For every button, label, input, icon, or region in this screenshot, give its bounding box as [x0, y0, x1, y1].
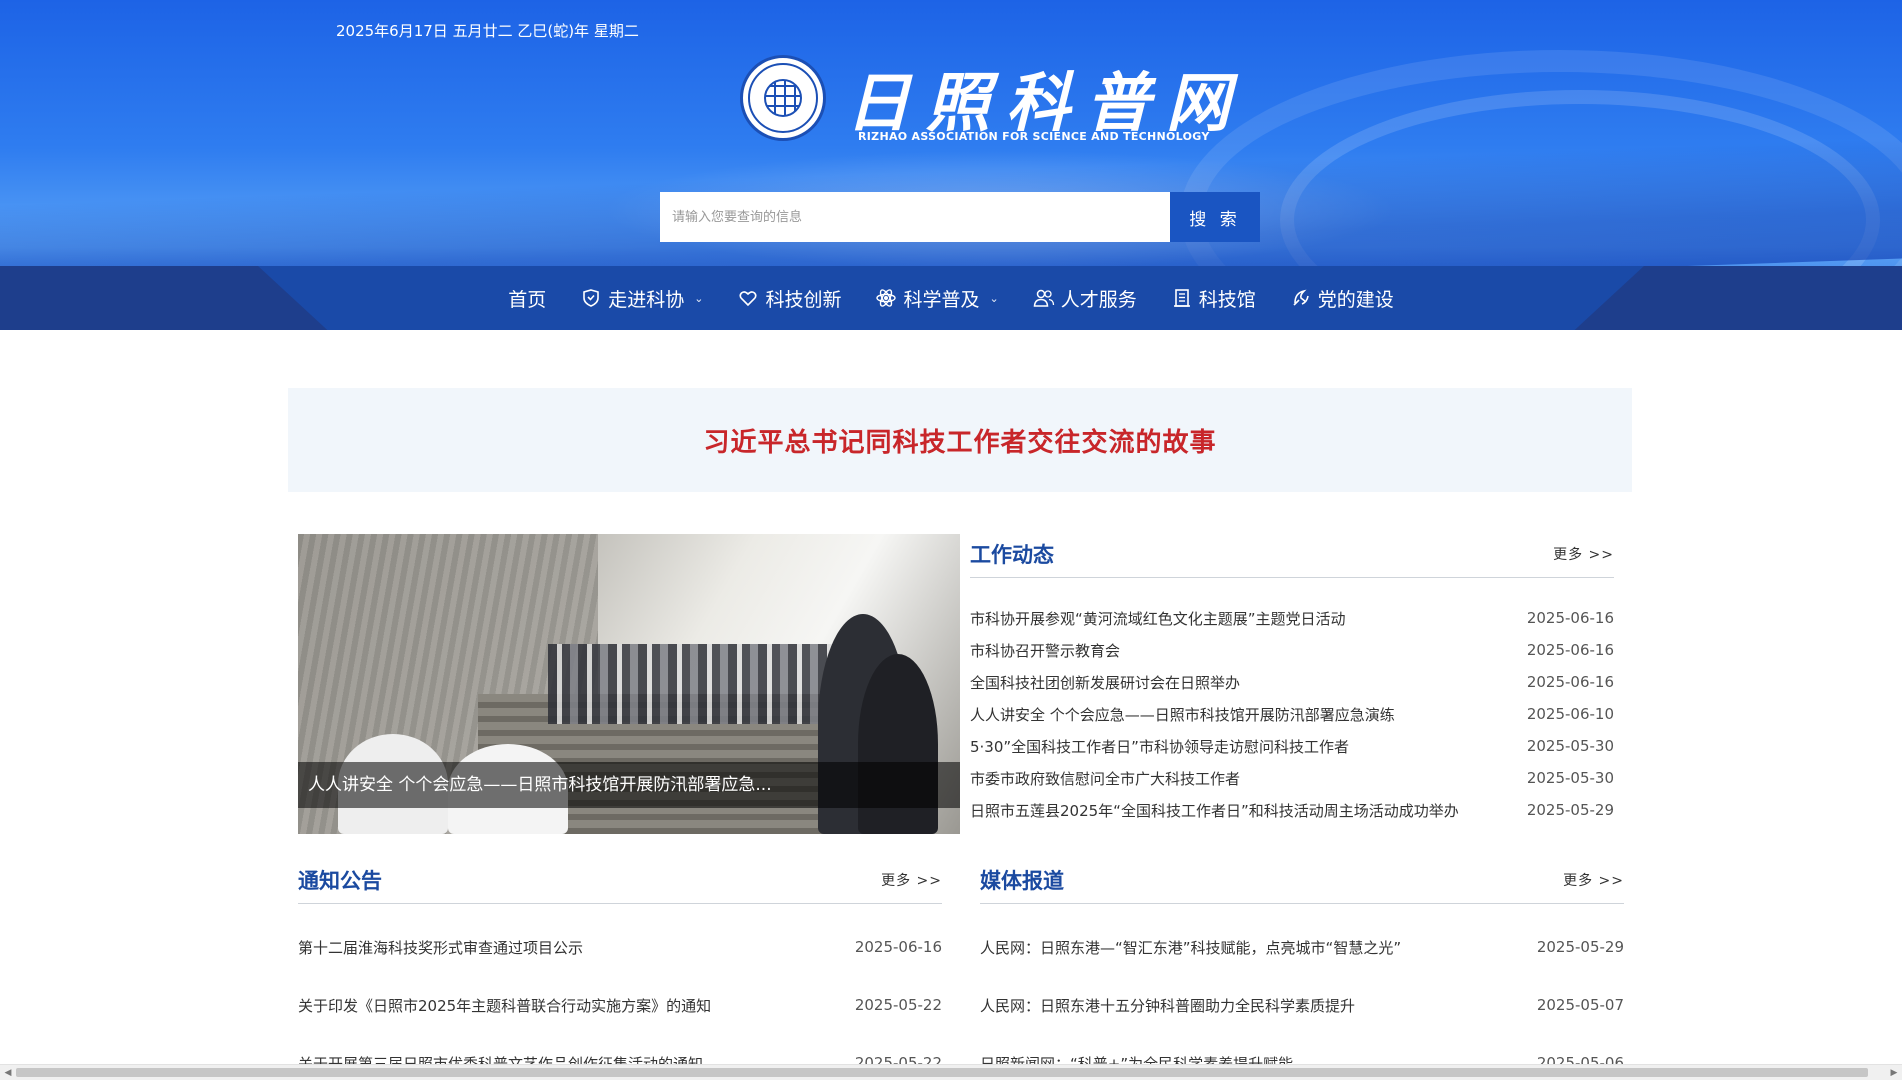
- news-list: 市科协开展参观“黄河流域红色文化主题展”主题党日活动 2025-06-16 市科协…: [970, 578, 1614, 826]
- news-title[interactable]: 第十二届淮海科技奖形式审查通过项目公示: [298, 937, 583, 958]
- news-item[interactable]: 人人讲安全 个个会应急——日照市科技馆开展防汛部署应急演练 2025-06-10: [970, 698, 1614, 730]
- more-link[interactable]: 更多 >>: [881, 870, 942, 890]
- section-title: 媒体报道: [980, 868, 1064, 893]
- news-date: 2025-06-16: [1526, 641, 1614, 659]
- news-date: 2025-06-16: [1526, 673, 1614, 691]
- scrollbar-thumb[interactable]: [16, 1068, 1868, 1077]
- nav-item-label: 科技馆: [1198, 288, 1256, 311]
- news-date: 2025-05-30: [1526, 737, 1614, 755]
- search-input[interactable]: [660, 192, 1170, 242]
- news-item[interactable]: 日照新闻网：“科普+”为全民科学素养提升赋能2025-05-06: [980, 1034, 1624, 1092]
- news-title[interactable]: 日照市五莲县2025年“全国科技工作者日”和科技活动周主场活动成功举办: [970, 800, 1459, 821]
- main-nav: 首页 走进科协 ⌄ 科技创新 科学普及 ⌄ 人才服务 科技馆 党的建设: [0, 266, 1902, 330]
- news-date: 2025-05-07: [1536, 996, 1624, 1014]
- nav-item-label: 科学普及: [903, 288, 980, 311]
- party-emblem-icon: [1290, 287, 1312, 309]
- news-title[interactable]: 人民网：日照东港十五分钟科普圈助力全民科学素质提升: [980, 995, 1355, 1016]
- news-title[interactable]: 市科协召开警示教育会: [970, 640, 1120, 661]
- nav-item-science-pop[interactable]: 科学普及 ⌄: [875, 285, 999, 312]
- media-section: 媒体报道 更多 >> 人民网：日照东港—“智汇东港”科技赋能，点亮城市“智慧之光…: [980, 856, 1624, 1092]
- news-date: 2025-06-10: [1526, 705, 1614, 723]
- photo-background: [548, 644, 848, 724]
- news-item[interactable]: 人民网：日照东港十五分钟科普圈助力全民科学素质提升 2025-05-07: [980, 976, 1624, 1034]
- news-title[interactable]: 全国科技社团创新发展研讨会在日照举办: [970, 672, 1240, 693]
- section-header: 工作动态 更多 >>: [970, 530, 1614, 578]
- nav-item-about[interactable]: 走进科协 ⌄: [580, 285, 703, 312]
- news-date: 2025-05-30: [1526, 769, 1614, 787]
- section-header: 通知公告 更多 >>: [298, 856, 942, 904]
- search-bar: 搜 索: [660, 192, 1260, 242]
- news-title[interactable]: 市委市政府致信慰问全市广大科技工作者: [970, 768, 1240, 789]
- nav-item-label: 走进科协: [608, 288, 685, 311]
- nav-item-home[interactable]: 首页: [508, 285, 546, 312]
- feature-banner: 习近平总书记同科技工作者交往交流的故事: [288, 388, 1632, 492]
- current-date: 2025年6月17日 五月廿二 乙巳(蛇)年 星期二: [336, 22, 639, 40]
- cast-emblem-logo[interactable]: [740, 55, 826, 141]
- news-date: 2025-05-29: [1526, 801, 1614, 819]
- news-item[interactable]: 第十二届淮海科技奖形式审查通过项目公示 2025-06-16: [298, 918, 942, 976]
- slide-caption[interactable]: 人人讲安全 个个会应急——日照市科技馆开展防汛部署应急...: [298, 762, 960, 808]
- feature-headline-link[interactable]: 习近平总书记同科技工作者交往交流的故事: [703, 422, 1216, 459]
- people-icon: [1033, 287, 1055, 309]
- building-icon: [1171, 287, 1193, 309]
- section-title: 工作动态: [970, 542, 1054, 567]
- chevron-down-icon: ⌄: [989, 291, 999, 305]
- globe-icon: [764, 79, 802, 117]
- news-item[interactable]: 人民网：日照东港—“智汇东港”科技赋能，点亮城市“智慧之光” 2025-05-29: [980, 918, 1624, 976]
- shield-icon: [580, 287, 602, 309]
- search-button[interactable]: 搜 索: [1170, 192, 1260, 242]
- news-title[interactable]: 5·30”全国科技工作者日”市科协领导走访慰问科技工作者: [970, 736, 1349, 757]
- news-item[interactable]: 关于开展第三届日照市优秀科普文艺作品创作征集活动的通知2025-05-22: [298, 1034, 942, 1092]
- news-item[interactable]: 全国科技社团创新发展研讨会在日照举办 2025-06-16: [970, 666, 1614, 698]
- news-title[interactable]: 市科协开展参观“黄河流域红色文化主题展”主题党日活动: [970, 608, 1346, 629]
- more-link[interactable]: 更多 >>: [1563, 870, 1624, 890]
- horizontal-scrollbar[interactable]: ◀ ▶: [0, 1064, 1902, 1080]
- news-date: 2025-05-22: [854, 996, 942, 1014]
- section-title: 通知公告: [298, 868, 382, 893]
- nav-item-innovation[interactable]: 科技创新: [737, 285, 841, 312]
- nav-item-talent[interactable]: 人才服务: [1033, 285, 1137, 312]
- news-title[interactable]: 人民网：日照东港—“智汇东港”科技赋能，点亮城市“智慧之光”: [980, 937, 1401, 958]
- news-title[interactable]: 关于印发《日照市2025年主题科普联合行动实施方案》的通知: [298, 995, 711, 1016]
- nav-item-label: 党的建设: [1317, 288, 1394, 311]
- news-item[interactable]: 市科协开展参观“黄河流域红色文化主题展”主题党日活动 2025-06-16: [970, 602, 1614, 634]
- chevron-down-icon: ⌄: [694, 291, 704, 305]
- nav-item-party[interactable]: 党的建设: [1290, 285, 1394, 312]
- site-subtitle: RIZHAO ASSOCIATION FOR SCIENCE AND TECHN…: [858, 130, 1210, 143]
- nav-item-label: 人才服务: [1060, 288, 1137, 311]
- section-header: 媒体报道 更多 >>: [980, 856, 1624, 904]
- news-item[interactable]: 关于印发《日照市2025年主题科普联合行动实施方案》的通知 2025-05-22: [298, 976, 942, 1034]
- nav-item-museum[interactable]: 科技馆: [1171, 285, 1256, 312]
- news-date: 2025-06-16: [854, 938, 942, 956]
- more-link[interactable]: 更多 >>: [1553, 544, 1614, 564]
- nav-item-label: 首页: [508, 288, 547, 311]
- logo-ring: [748, 63, 818, 133]
- scroll-left-icon[interactable]: ◀: [0, 1065, 16, 1080]
- news-title[interactable]: 人人讲安全 个个会应急——日照市科技馆开展防汛部署应急演练: [970, 704, 1395, 725]
- heart-hand-icon: [737, 287, 759, 309]
- news-date: 2025-05-29: [1536, 938, 1624, 956]
- news-item[interactable]: 5·30”全国科技工作者日”市科协领导走访慰问科技工作者 2025-05-30: [970, 730, 1614, 762]
- notice-section: 通知公告 更多 >> 第十二届淮海科技奖形式审查通过项目公示 2025-06-16…: [298, 856, 942, 1092]
- news-date: 2025-06-16: [1526, 609, 1614, 627]
- work-news-section: 工作动态 更多 >> 市科协开展参观“黄河流域红色文化主题展”主题党日活动 202…: [970, 530, 1614, 826]
- news-item[interactable]: 市委市政府致信慰问全市广大科技工作者 2025-05-30: [970, 762, 1614, 794]
- news-item[interactable]: 市科协召开警示教育会 2025-06-16: [970, 634, 1614, 666]
- nav-item-label: 科技创新: [765, 288, 842, 311]
- atom-icon: [875, 287, 897, 309]
- news-slideshow[interactable]: 人人讲安全 个个会应急——日照市科技馆开展防汛部署应急...: [298, 534, 960, 834]
- news-item[interactable]: 日照市五莲县2025年“全国科技工作者日”和科技活动周主场活动成功举办 2025-…: [970, 794, 1614, 826]
- scroll-right-icon[interactable]: ▶: [1886, 1065, 1902, 1080]
